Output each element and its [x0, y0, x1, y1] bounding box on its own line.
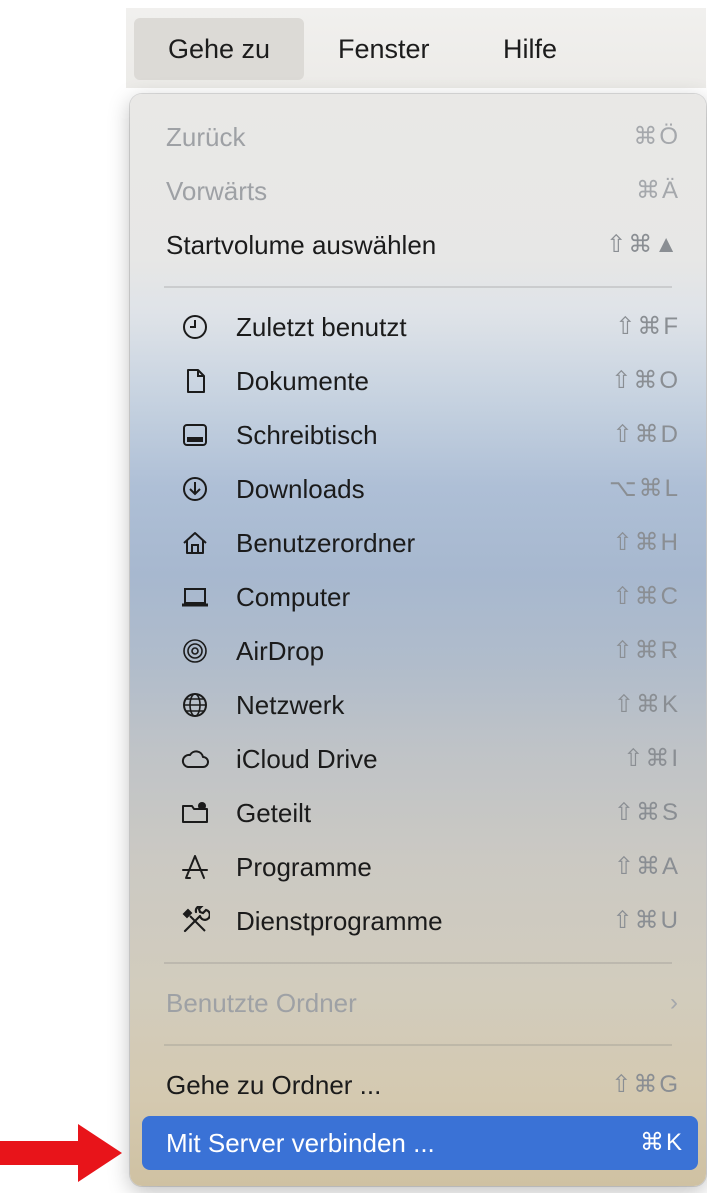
shortcut-label: ⇧⌘H	[612, 529, 680, 556]
menu-item-label: Netzwerk	[236, 690, 345, 720]
menu-item-dokumente[interactable]: Dokumente ⇧⌘O	[130, 356, 706, 406]
menu-item-geteilt[interactable]: Geteilt ⇧⌘S	[130, 788, 706, 838]
globe-icon	[180, 690, 210, 720]
menu-fenster[interactable]: Fenster	[338, 18, 430, 80]
menu-item-label: Geteilt	[236, 798, 312, 828]
shortcut-label: ⇧⌘G	[611, 1071, 680, 1098]
menu-item-benutzerordner[interactable]: Benutzerordner ⇧⌘H	[130, 518, 706, 568]
laptop-icon	[180, 582, 210, 612]
airdrop-icon	[180, 636, 210, 666]
menu-item-zuletzt-benutzt[interactable]: Zuletzt benutzt ⇧⌘F	[130, 302, 706, 352]
menu-item-label: Mit Server verbinden ...	[166, 1128, 435, 1158]
shared-folder-icon	[180, 798, 210, 828]
menu-item-vorwaerts[interactable]: Vorwärts ⌘Ä	[130, 166, 706, 216]
menu-item-zurueck[interactable]: Zurück ⌘Ö	[130, 112, 706, 162]
menu-item-label: Computer	[236, 582, 351, 612]
shortcut-label: ⇧⌘D	[612, 421, 680, 448]
applications-icon	[180, 852, 210, 882]
menu-separator	[164, 1044, 672, 1046]
desktop-icon	[180, 420, 210, 450]
menu-item-label: Benutzerordner	[236, 528, 416, 558]
menu-item-icloud-drive[interactable]: iCloud Drive ⇧⌘I	[130, 734, 706, 784]
menu-item-label: Vorwärts	[166, 176, 268, 206]
menu-item-label: Downloads	[236, 474, 365, 504]
shortcut-label: ⇧⌘S	[613, 799, 680, 826]
menu-item-schreibtisch[interactable]: Schreibtisch ⇧⌘D	[130, 410, 706, 460]
utilities-icon	[180, 906, 210, 936]
menu-item-gehe-zu-ordner[interactable]: Gehe zu Ordner ... ⇧⌘G	[130, 1060, 706, 1110]
shortcut-label: ⇧⌘K	[613, 691, 680, 718]
download-icon	[180, 474, 210, 504]
menu-item-label: Schreibtisch	[236, 420, 378, 450]
shortcut-label: ⌘Ä	[635, 177, 680, 204]
shortcut-label: ⇧⌘▲	[606, 231, 680, 258]
shortcut-label: ⌘Ö	[633, 123, 680, 150]
menu-item-label: Startvolume auswählen	[166, 230, 437, 260]
cloud-icon	[180, 744, 210, 774]
menu-item-label: Dokumente	[236, 366, 369, 396]
shortcut-label: ⇧⌘F	[615, 313, 680, 340]
shortcut-label: ⇧⌘R	[612, 637, 680, 664]
menu-hilfe[interactable]: Hilfe	[503, 18, 557, 80]
menu-item-dienstprogramme[interactable]: Dienstprogramme ⇧⌘U	[130, 896, 706, 946]
shortcut-label: ⌥⌘L	[608, 475, 680, 502]
menu-item-mit-server-verbinden[interactable]: Mit Server verbinden ... ⌘K	[142, 1116, 698, 1170]
shortcut-label: ⇧⌘C	[612, 583, 680, 610]
clock-icon	[180, 312, 210, 342]
menu-item-startvolume[interactable]: Startvolume auswählen ⇧⌘▲	[130, 220, 706, 270]
menu-item-label: Programme	[236, 852, 372, 882]
menu-item-label: iCloud Drive	[236, 744, 378, 774]
menu-item-netzwerk[interactable]: Netzwerk ⇧⌘K	[130, 680, 706, 730]
shortcut-label: ⇧⌘A	[613, 853, 680, 880]
shortcut-label: ⇧⌘O	[611, 367, 680, 394]
home-icon	[180, 528, 210, 558]
menu-item-benutzte-ordner[interactable]: Benutzte Ordner ›	[130, 978, 706, 1028]
menu-item-label: Zuletzt benutzt	[236, 312, 407, 342]
menu-separator	[164, 962, 672, 964]
menu-item-programme[interactable]: Programme ⇧⌘A	[130, 842, 706, 892]
menu-separator	[164, 286, 672, 288]
go-menu-dropdown: Zurück ⌘Ö Vorwärts ⌘Ä Startvolume auswäh…	[130, 94, 706, 1186]
menu-item-label: Zurück	[166, 122, 246, 152]
shortcut-label: ⌘K	[639, 1129, 684, 1156]
menu-item-downloads[interactable]: Downloads ⌥⌘L	[130, 464, 706, 514]
menu-item-airdrop[interactable]: AirDrop ⇧⌘R	[130, 626, 706, 676]
menu-item-computer[interactable]: Computer ⇧⌘C	[130, 572, 706, 622]
menu-item-label: AirDrop	[236, 636, 325, 666]
shortcut-label: ⇧⌘I	[623, 745, 680, 772]
menu-item-label: Dienstprogramme	[236, 906, 443, 936]
document-icon	[180, 366, 210, 396]
menu-item-label: Benutzte Ordner	[166, 988, 357, 1018]
menu-bar: Gehe zu Fenster Hilfe	[126, 8, 706, 88]
shortcut-label: ⇧⌘U	[612, 907, 680, 934]
chevron-right-icon: ›	[670, 989, 680, 1016]
red-arrow-icon	[0, 1124, 122, 1182]
menu-item-label: Gehe zu Ordner ...	[166, 1070, 382, 1100]
menu-gehe-zu[interactable]: Gehe zu	[134, 18, 305, 80]
